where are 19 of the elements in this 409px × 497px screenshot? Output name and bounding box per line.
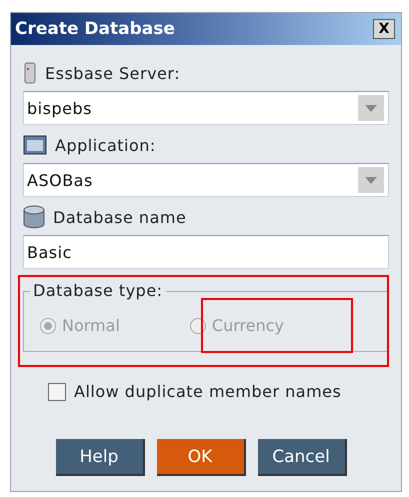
- dialog-button[interactable]: Cancel: [258, 439, 346, 476]
- database-icon: [23, 205, 45, 229]
- caret-icon: [365, 104, 377, 112]
- field-label: Database name: [53, 208, 186, 226]
- window-icon: [23, 135, 47, 155]
- dropdown-field[interactable]: bispebs: [23, 91, 389, 125]
- checkbox-option[interactable]: Allow duplicate member names: [48, 382, 389, 401]
- dropdown-field[interactable]: ASOBas: [23, 163, 389, 197]
- close-button[interactable]: X: [373, 19, 395, 39]
- input-field[interactable]: Basic: [23, 235, 389, 269]
- checkbox[interactable]: [48, 382, 66, 400]
- dialog-button[interactable]: Help: [56, 439, 144, 476]
- field-label: Application:: [55, 136, 156, 154]
- server-icon: [23, 62, 37, 84]
- window-title: Create Database: [15, 19, 175, 39]
- group-label: Database type:: [30, 281, 166, 300]
- caret-icon: [365, 176, 377, 184]
- field-label: Essbase Server:: [45, 64, 180, 82]
- dialog-button[interactable]: OK: [156, 439, 246, 476]
